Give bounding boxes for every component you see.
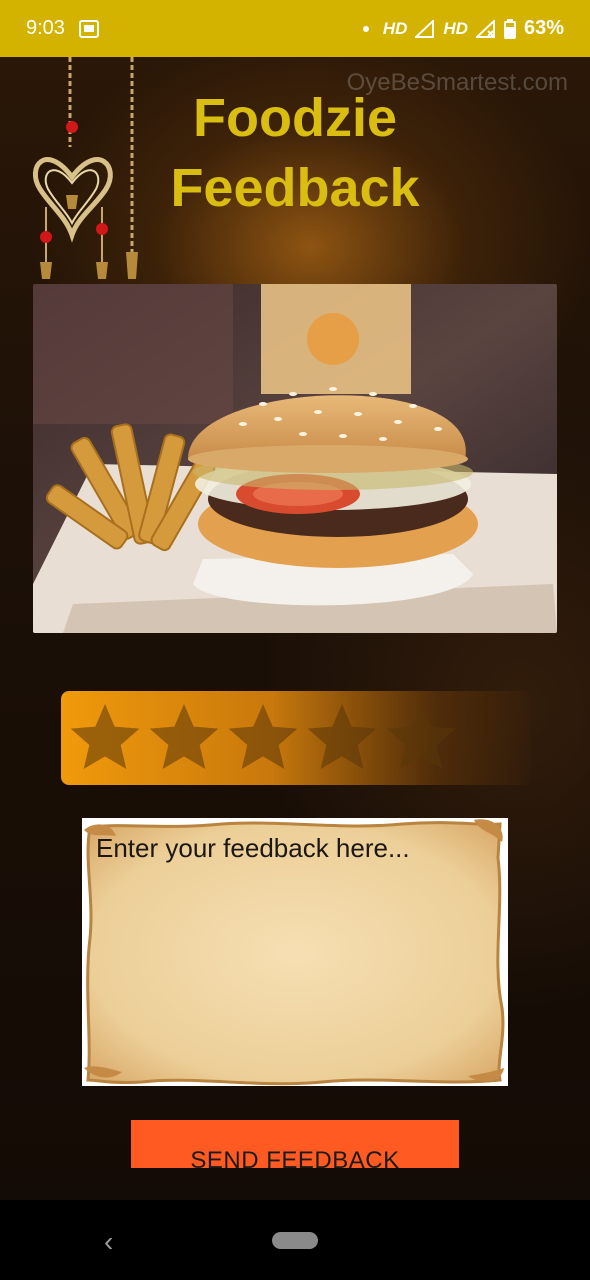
- battery-percent: 63%: [523, 17, 564, 39]
- status-right: HD HD 63%: [362, 17, 564, 40]
- rating-star-icon[interactable]: [144, 698, 224, 778]
- back-icon[interactable]: ‹: [104, 1226, 113, 1258]
- page-title: Foodzie Feedback: [150, 83, 440, 223]
- burger-photo: [33, 284, 557, 633]
- feedback-screen: OyeBeSmartest.com Foodzie Feedback Enter…: [0, 57, 590, 1200]
- heart-wind-chime-icon: [33, 57, 138, 279]
- battery-icon: [503, 18, 516, 39]
- signal-icon: [415, 19, 435, 38]
- status-bar: 9:03 HD HD 63%: [0, 0, 590, 57]
- home-pill-icon[interactable]: [272, 1232, 318, 1249]
- status-left: 9:03: [26, 17, 99, 40]
- title-line-1: Foodzie: [193, 88, 397, 148]
- feedback-input[interactable]: [96, 833, 492, 1063]
- rating-star-icon[interactable]: [381, 698, 461, 778]
- navigation-bar: ‹: [0, 1200, 590, 1280]
- rating-bar[interactable]: [61, 691, 531, 785]
- send-feedback-button[interactable]: SEND FEEDBACK: [131, 1120, 459, 1168]
- signal-label-1: HD: [382, 18, 408, 38]
- screen-record-icon: [78, 19, 99, 38]
- signal-label-2: HD: [443, 18, 468, 38]
- title-line-2: Feedback: [170, 158, 420, 218]
- rating-star-icon[interactable]: [65, 698, 145, 778]
- rating-star-icon[interactable]: [223, 698, 303, 778]
- status-time: 9:03: [26, 17, 65, 39]
- signal-no-data-icon: [475, 19, 495, 38]
- rating-star-icon[interactable]: [302, 698, 382, 778]
- notification-dot-icon: [362, 25, 369, 32]
- send-feedback-label: SEND FEEDBACK: [190, 1147, 400, 1168]
